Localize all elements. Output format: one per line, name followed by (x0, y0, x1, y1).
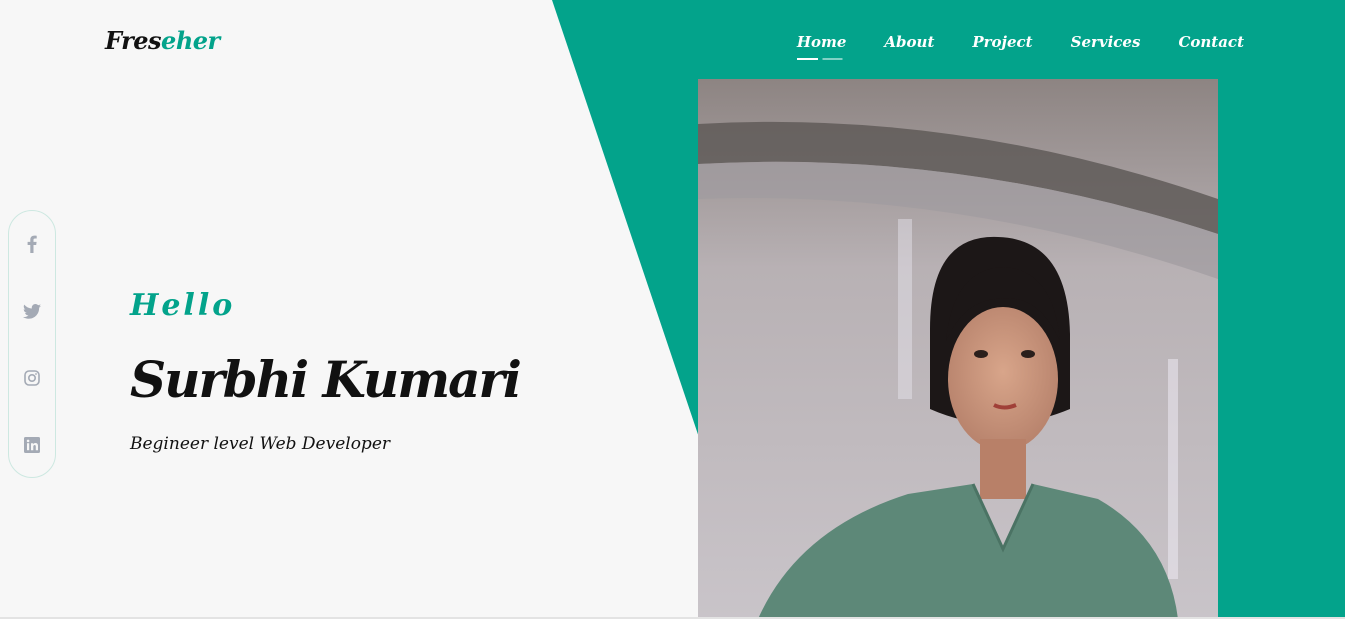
facebook-icon[interactable] (23, 235, 41, 253)
site-logo[interactable]: Freseher (105, 26, 220, 55)
nav-home[interactable]: Home (796, 33, 846, 60)
hero-name: Surbhi Kumari (130, 350, 522, 409)
logo-part-1: Fres (105, 26, 162, 55)
instagram-icon[interactable] (23, 369, 41, 387)
nav-about[interactable]: About (884, 33, 934, 59)
main-nav: Home About Project Services Contact (796, 33, 1244, 60)
twitter-icon[interactable] (23, 302, 41, 320)
hero-greeting: Hello (130, 288, 236, 323)
linkedin-icon[interactable] (23, 436, 41, 454)
nav-contact[interactable]: Contact (1178, 33, 1244, 59)
nav-services[interactable]: Services (1071, 33, 1141, 59)
social-sidebar (8, 210, 56, 478)
hero-role: Begineer level Web Developer (130, 434, 391, 454)
profile-photo (698, 79, 1218, 619)
nav-project[interactable]: Project (972, 33, 1032, 59)
logo-part-2: eher (161, 26, 220, 55)
